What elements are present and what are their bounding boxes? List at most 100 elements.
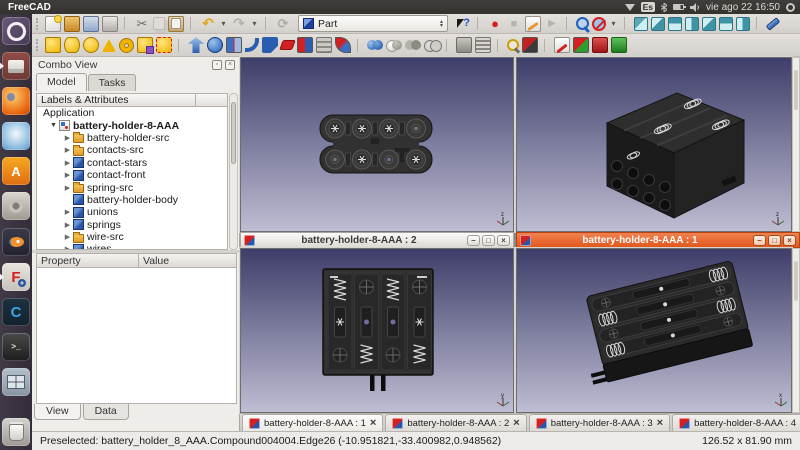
per-face-color-button[interactable]: [573, 37, 589, 53]
launcher-terminal[interactable]: >_: [2, 333, 30, 361]
macro-edit-button[interactable]: [525, 16, 541, 32]
tab-view[interactable]: View: [34, 404, 81, 420]
launcher-files[interactable]: [2, 52, 30, 80]
tree-item-wire-src[interactable]: wire-src: [37, 231, 227, 243]
close-button[interactable]: [497, 235, 510, 246]
edit-appearance-button[interactable]: [554, 37, 570, 53]
part-cone-button[interactable]: [102, 39, 116, 52]
close-tab-icon[interactable]: [513, 418, 519, 428]
launcher-workspace-switcher[interactable]: [2, 368, 30, 396]
subwindow-titlebar-2[interactable]: battery-holder-8-AAA : 2: [240, 232, 514, 248]
boolean-union-button[interactable]: [367, 37, 383, 53]
close-tab-icon[interactable]: [370, 418, 376, 428]
tree-item-battery-holder-body[interactable]: battery-holder-body: [37, 194, 227, 206]
new-file-button[interactable]: [45, 16, 61, 32]
expander-icon[interactable]: [63, 221, 72, 229]
viewport-1[interactable]: x: [516, 248, 792, 413]
launcher-dash[interactable]: [2, 17, 30, 45]
chamfer-button[interactable]: [262, 37, 278, 53]
draw-style-dropdown[interactable]: [609, 16, 618, 32]
tree-item-contacts-src[interactable]: contacts-src: [37, 144, 227, 156]
measure-distance-button[interactable]: [766, 17, 781, 31]
macro-record-button[interactable]: [487, 16, 503, 32]
spinner-arrows-icon[interactable]: ▴▾: [440, 20, 443, 28]
view-left-button[interactable]: [736, 17, 750, 31]
make-face-button[interactable]: [279, 40, 296, 50]
mdi-tab-3[interactable]: battery-holder-8-AAA : 3: [529, 414, 670, 431]
tab-model[interactable]: Model: [36, 73, 87, 91]
undo-dropdown[interactable]: [219, 16, 228, 32]
part-box-button[interactable]: [45, 37, 61, 53]
ruled-surface-button[interactable]: [297, 37, 313, 53]
tree-header-label[interactable]: Labels & Attributes: [36, 93, 196, 107]
maximize-button[interactable]: [768, 235, 781, 246]
shape-builder-button[interactable]: [156, 37, 172, 53]
view-rear-button[interactable]: [702, 17, 716, 31]
part-primitives-button[interactable]: [137, 37, 153, 53]
toolbar-handle[interactable]: [36, 39, 40, 51]
macro-play-button[interactable]: [544, 16, 560, 32]
tree-item-spring-src[interactable]: spring-src: [37, 181, 227, 193]
expander-icon[interactable]: [63, 146, 72, 154]
launcher-freecad[interactable]: F: [2, 263, 30, 291]
keyboard-layout-indicator[interactable]: Es: [641, 2, 655, 12]
subwindow-titlebar-1[interactable]: battery-holder-8-AAA : 1: [516, 232, 800, 248]
toolbar-handle[interactable]: [36, 18, 40, 30]
tree-item-contact-front[interactable]: contact-front: [37, 169, 227, 181]
property-table-body[interactable]: [36, 268, 237, 404]
boolean-common-button[interactable]: [405, 37, 421, 53]
minimize-button[interactable]: [467, 235, 480, 246]
copy-button[interactable]: [153, 17, 165, 30]
compound-button[interactable]: [456, 37, 472, 53]
tree-item-wires[interactable]: wires: [37, 243, 227, 250]
extrude-button[interactable]: [188, 37, 204, 53]
open-button[interactable]: [64, 16, 80, 32]
viewport-4[interactable]: z: [516, 57, 792, 232]
macro-stop-button[interactable]: [506, 16, 522, 32]
expander-icon[interactable]: [63, 159, 72, 167]
mdi-vertical-scrollbar[interactable]: [792, 57, 800, 232]
mdi-vertical-scrollbar[interactable]: [792, 248, 800, 413]
maximize-button[interactable]: [482, 235, 495, 246]
paste-button[interactable]: [168, 16, 184, 32]
view-axonometric-button[interactable]: [634, 17, 648, 31]
session-menu-icon[interactable]: [786, 3, 795, 12]
launcher-blender[interactable]: [2, 228, 30, 256]
part-sphere-button[interactable]: [83, 37, 99, 53]
tab-data[interactable]: Data: [83, 404, 129, 420]
print-button[interactable]: [102, 16, 118, 32]
float-panel-icon[interactable]: ▫: [212, 60, 222, 70]
part-torus-button[interactable]: [119, 38, 134, 53]
mdi-tab-4[interactable]: battery-holder-8-AAA : 4: [672, 414, 800, 431]
tree-item-unions[interactable]: unions: [37, 206, 227, 218]
scrollbar-thumb[interactable]: [231, 102, 236, 164]
part-cylinder-button[interactable]: [64, 37, 80, 53]
tree-item-contact-stars[interactable]: contact-stars: [37, 157, 227, 169]
cut-button[interactable]: [134, 16, 150, 32]
tree-item-battery-holder-src[interactable]: battery-holder-src: [37, 132, 227, 144]
tree-item-battery-holder-8-AAA[interactable]: battery-holder-8-AAA: [37, 119, 227, 131]
check-geometry-button[interactable]: [507, 39, 519, 51]
expander-icon[interactable]: [63, 233, 72, 241]
scrollbar-thumb[interactable]: [794, 70, 798, 110]
boolean-section-button[interactable]: [424, 37, 440, 53]
loft-button[interactable]: [316, 37, 332, 53]
launcher-system-settings[interactable]: [2, 192, 30, 220]
tree-item-application[interactable]: Application: [37, 107, 227, 119]
set-material-button[interactable]: [592, 37, 608, 53]
tree-item-springs[interactable]: springs: [37, 219, 227, 231]
mdi-tab-1[interactable]: battery-holder-8-AAA : 1: [242, 414, 383, 431]
tab-tasks[interactable]: Tasks: [88, 74, 137, 91]
boolean-cut-button[interactable]: [386, 37, 402, 53]
defeaturing-button[interactable]: [522, 37, 538, 53]
fillet-button[interactable]: [245, 38, 259, 52]
launcher-trash[interactable]: [2, 418, 30, 446]
redo-button[interactable]: [231, 16, 247, 32]
save-button[interactable]: [83, 16, 99, 32]
expander-icon[interactable]: [49, 122, 58, 129]
set-texture-button[interactable]: [611, 37, 627, 53]
expander-icon[interactable]: [63, 184, 72, 192]
view-bottom-button[interactable]: [719, 17, 733, 31]
viewport-2[interactable]: y: [240, 248, 514, 413]
mirror-button[interactable]: [226, 37, 242, 53]
